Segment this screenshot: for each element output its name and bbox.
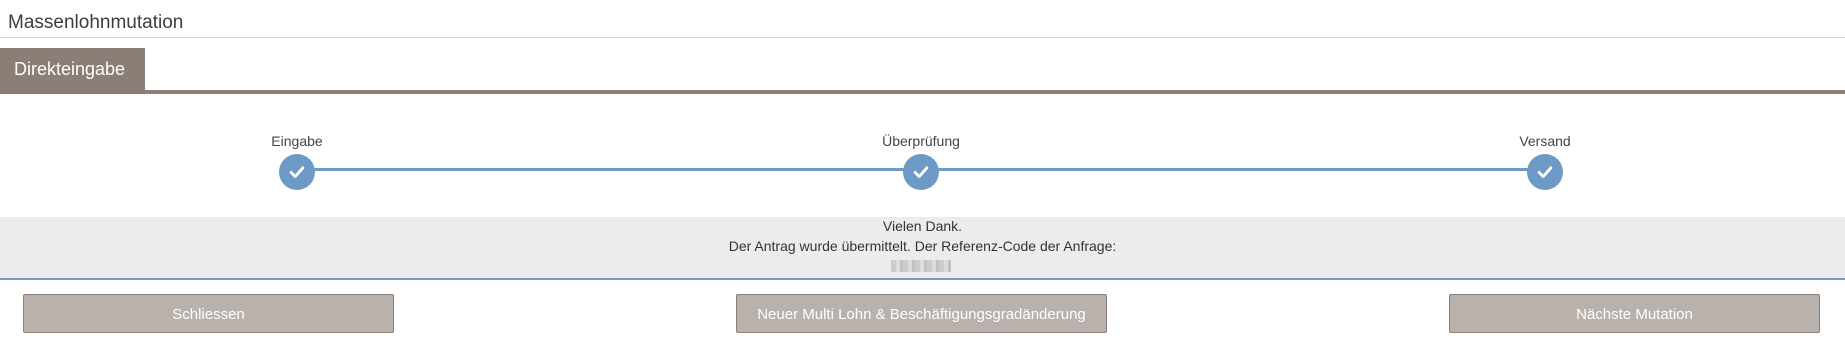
progress-stepper: Eingabe Überprüfung Versand [0, 128, 1845, 190]
step-ueberpruefung: Überprüfung [851, 128, 991, 190]
step-versand: Versand [1475, 128, 1615, 190]
check-icon [913, 166, 929, 178]
close-button[interactable]: Schliessen [23, 294, 394, 333]
step-eingabe: Eingabe [227, 128, 367, 190]
check-icon [289, 166, 305, 178]
page-title: Massenlohnmutation [8, 12, 184, 33]
next-mutation-button[interactable]: Nächste Mutation [1449, 294, 1820, 333]
step-completed-indicator [279, 154, 315, 190]
tab-direkteingabe[interactable]: Direkteingabe [0, 48, 145, 90]
submission-info-text: Der Antrag wurde übermittelt. Der Refere… [728, 238, 1117, 254]
step-label: Eingabe [271, 133, 323, 149]
page-header: Massenlohnmutation [0, 0, 1845, 38]
step-label: Versand [1519, 133, 1571, 149]
confirmation-message: Vielen Dank. Der Antrag wurde übermittel… [0, 217, 1845, 280]
new-multi-change-button[interactable]: Neuer Multi Lohn & Beschäftigungsgradänd… [736, 294, 1107, 333]
step-label: Überprüfung [882, 133, 960, 149]
thank-you-text: Vielen Dank. [882, 218, 963, 234]
step-completed-indicator [903, 154, 939, 190]
tab-bar: Direkteingabe [0, 48, 1845, 94]
step-completed-indicator [1527, 154, 1563, 190]
check-icon [1537, 166, 1553, 178]
reference-code-redacted [891, 260, 951, 272]
